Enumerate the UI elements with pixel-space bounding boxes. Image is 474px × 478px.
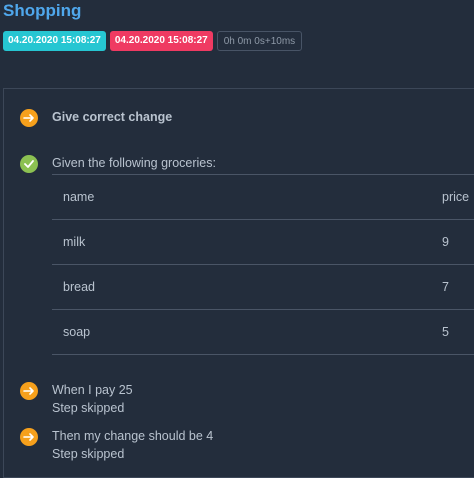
badge-bar: 04.20.2020 15:08:27 04.20.2020 15:08:27 …	[3, 31, 303, 51]
step-status-text: Step skipped	[52, 401, 125, 415]
cell-name: soap	[63, 325, 91, 339]
cell-price: 9	[442, 235, 449, 249]
cell-price: 5	[442, 325, 449, 339]
arrow-right-icon	[20, 382, 38, 400]
column-header-name: name	[63, 190, 95, 204]
table-header-row: name price	[52, 175, 474, 220]
column-header-price: price	[442, 190, 470, 204]
page-title: Shopping	[3, 1, 82, 20]
end-time-badge: 04.20.2020 15:08:27	[109, 31, 213, 51]
arrow-right-icon	[20, 109, 38, 127]
groceries-table: name price milk 9 bread 7 soap 5	[52, 174, 474, 355]
table-row: milk 9	[52, 220, 474, 265]
arrow-right-icon	[20, 428, 38, 446]
table-row: bread 7	[52, 265, 474, 310]
step-status-text: Step skipped	[52, 447, 125, 461]
step-label: Give correct change	[52, 110, 173, 124]
step-label: When I pay 25	[52, 383, 133, 397]
start-time-badge: 04.20.2020 15:08:27	[3, 31, 106, 51]
table-row: soap 5	[52, 310, 474, 355]
step-label: Given the following groceries:	[52, 156, 216, 170]
step-label: Then my change should be 4	[52, 429, 214, 443]
duration-badge: 0h 0m 0s+10ms	[216, 31, 303, 51]
cell-name: milk	[63, 235, 86, 249]
check-icon	[20, 155, 38, 173]
cell-name: bread	[63, 280, 95, 294]
cell-price: 7	[442, 280, 449, 294]
